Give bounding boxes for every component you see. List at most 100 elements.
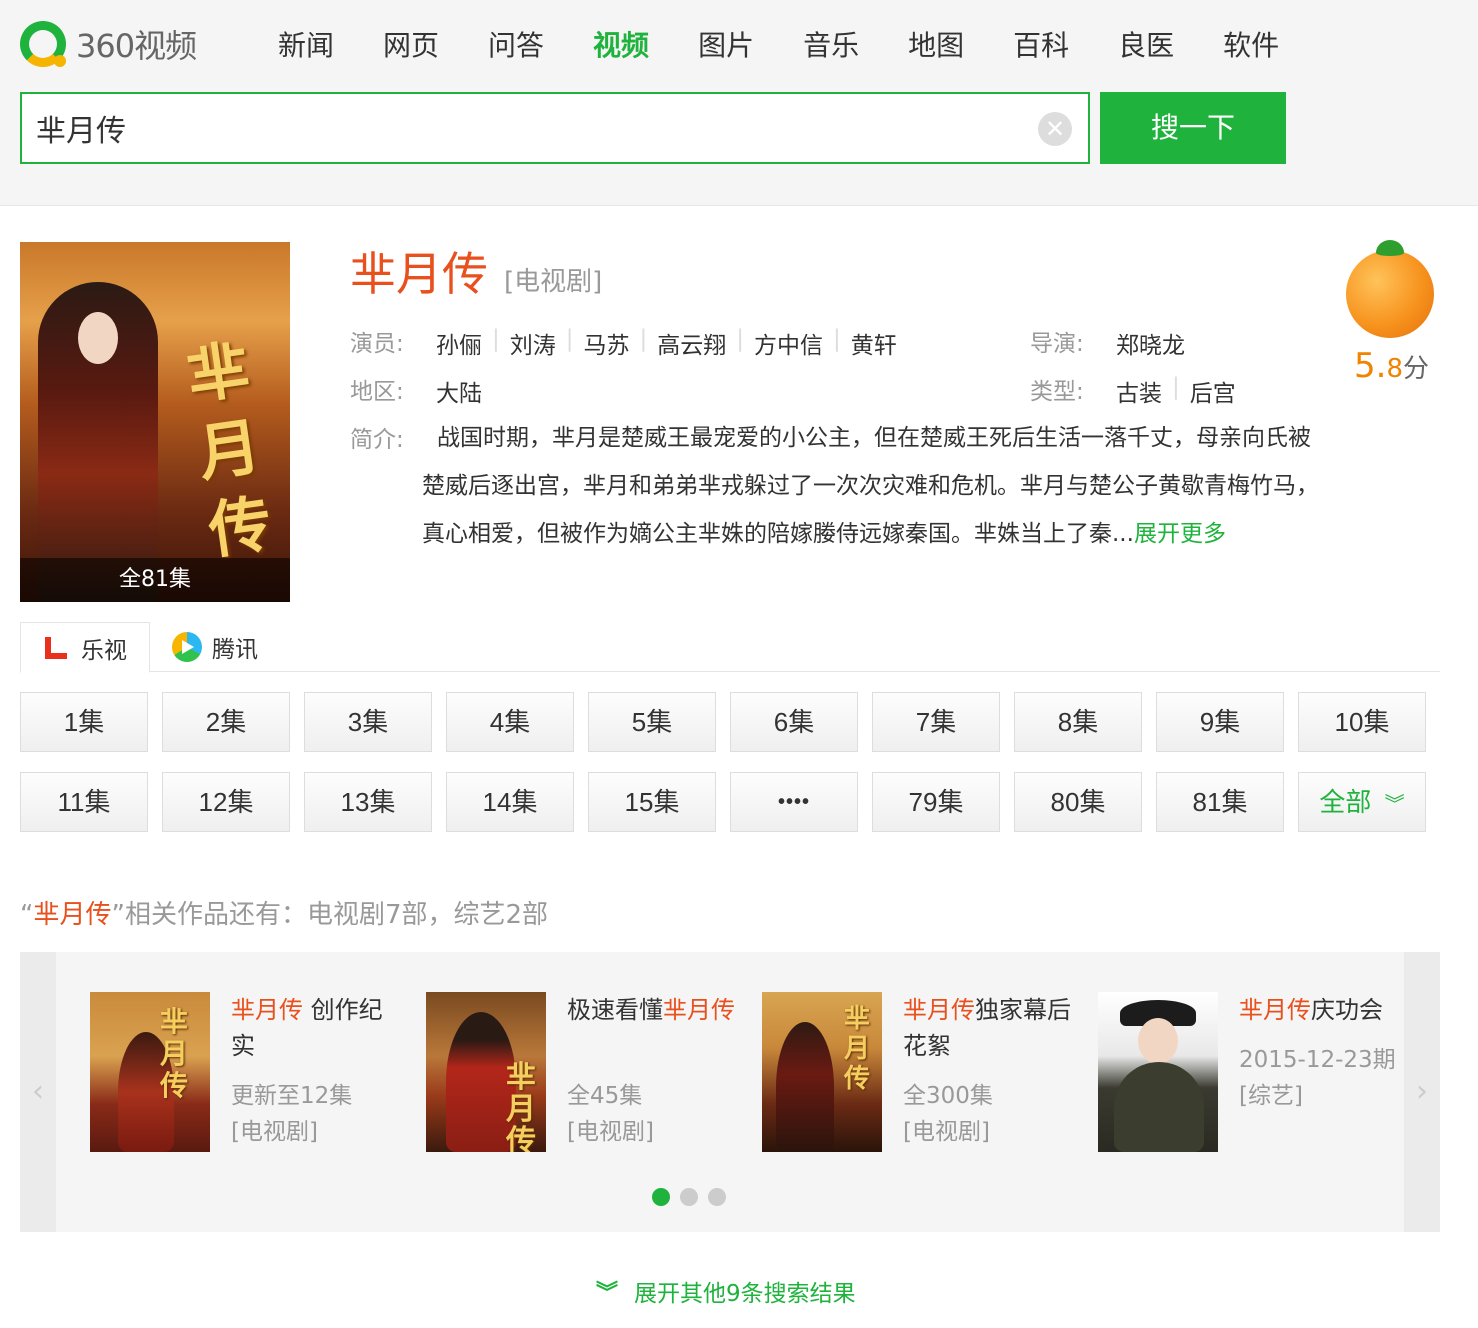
episode-button[interactable]: 10集 — [1298, 692, 1426, 752]
related-thumbnail: 芈月传 — [90, 992, 210, 1152]
expand-description-link[interactable]: 展开更多 — [1134, 521, 1226, 547]
episode-button[interactable]: 3集 — [304, 692, 432, 752]
genre-link[interactable]: 后宫 — [1190, 374, 1236, 408]
search-input[interactable] — [36, 104, 1016, 152]
related-card-title: 芈月传庆功会 — [1239, 992, 1409, 1028]
tab-label: 腾讯 — [212, 637, 258, 663]
episode-button[interactable]: 80集 — [1014, 772, 1142, 832]
title-rest: 庆功会 — [1311, 996, 1383, 1024]
logo-text: 360视频 — [76, 27, 197, 65]
episode-button[interactable]: 13集 — [304, 772, 432, 832]
related-card[interactable]: 芈月传庆功会 2015-12-23期 [综艺] — [1098, 992, 1418, 1152]
nav-web[interactable]: 网页 — [383, 26, 439, 66]
actor-link[interactable]: 高云翔 — [657, 326, 726, 360]
episode-button[interactable]: 9集 — [1156, 692, 1284, 752]
title-prefix: 极速看懂 — [567, 996, 663, 1024]
nav-doctor[interactable]: 良医 — [1118, 26, 1174, 66]
tab-tencent[interactable]: 腾讯 — [172, 622, 258, 672]
top-nav: 新闻 网页 问答 视频 图片 音乐 地图 百科 良医 软件 — [278, 26, 1328, 66]
genre-link[interactable]: 古装 — [1116, 374, 1162, 408]
related-thumbnail — [1098, 992, 1218, 1152]
actor-link[interactable]: 马苏 — [584, 326, 630, 360]
related-card-status: 全300集 — [903, 1083, 993, 1109]
director-label: 导演: — [1030, 331, 1084, 357]
show-title[interactable]: 芈月传 — [350, 238, 488, 304]
thumb-title-art: 芈月传 — [506, 1060, 536, 1153]
actor-link[interactable]: 方中信 — [754, 326, 823, 360]
nav-video[interactable]: 视频 — [593, 26, 649, 66]
director-link[interactable]: 郑晓龙 — [1116, 326, 1185, 360]
episode-button[interactable]: 8集 — [1014, 692, 1142, 752]
episode-button[interactable]: 1集 — [20, 692, 148, 752]
score: 5.8分 — [1354, 346, 1429, 386]
related-card[interactable]: 芈月传 极速看懂芈月传 全45集 [电视剧] — [426, 992, 746, 1152]
episode-ellipsis-button[interactable]: •••• — [730, 772, 858, 832]
nav-software[interactable]: 软件 — [1223, 26, 1279, 66]
carousel-dot[interactable] — [652, 1188, 670, 1206]
thumb-title-art: 芈月传 — [160, 1005, 189, 1102]
logo[interactable]: 360视频 — [20, 20, 197, 68]
carousel-prev-arrow[interactable]: ‹ — [20, 952, 56, 1232]
title-keyword: 芈月传 — [903, 996, 975, 1024]
description: 战国时期，芈月是楚威王最宠爱的小公主，但在楚威王死后生活一落千丈，母亲向氏被楚威… — [422, 414, 1332, 558]
episode-button[interactable]: 79集 — [872, 772, 1000, 832]
nav-images[interactable]: 图片 — [698, 26, 754, 66]
episode-button[interactable]: 11集 — [20, 772, 148, 832]
separator: | — [639, 326, 648, 352]
related-card-type: [电视剧] — [903, 1119, 990, 1145]
related-card-type: [电视剧] — [567, 1119, 654, 1145]
episode-button[interactable]: 4集 — [446, 692, 574, 752]
separator: | — [565, 326, 574, 352]
actors-label: 演员: — [350, 331, 404, 357]
tab-label: 乐视 — [81, 637, 127, 664]
score-decimal: 8 — [1386, 354, 1403, 384]
genre-label: 类型: — [1030, 379, 1084, 405]
title-row: 芈月传 [电视剧] — [350, 238, 602, 304]
expand-more-results[interactable]: ︾ 展开其他9条搜索结果 — [596, 1274, 856, 1308]
nav-map[interactable]: 地图 — [908, 26, 964, 66]
related-thumbnail: 芈月传 — [762, 992, 882, 1152]
separator: | — [833, 326, 841, 352]
episode-button[interactable]: 6集 — [730, 692, 858, 752]
episode-button[interactable]: 2集 — [162, 692, 290, 752]
search-button[interactable]: 搜一下 — [1100, 92, 1286, 164]
rating-block — [1346, 240, 1436, 338]
header: 360视频 新闻 网页 问答 视频 图片 音乐 地图 百科 良医 软件 ✕ 搜一… — [0, 0, 1478, 206]
nav-qa[interactable]: 问答 — [488, 26, 544, 66]
tab-letv[interactable]: 乐视 — [20, 622, 150, 673]
actor-link[interactable]: 孙俪 — [436, 326, 482, 360]
title-keyword: 芈月传 — [1239, 996, 1311, 1024]
orange-rating-icon — [1346, 240, 1434, 338]
related-heading: “芈月传”相关作品还有：电视剧7部，综艺2部 — [20, 894, 548, 931]
thumb-face — [1138, 1018, 1178, 1064]
nav-baike[interactable]: 百科 — [1013, 26, 1069, 66]
related-keyword: 芈月传 — [33, 900, 112, 930]
episode-button[interactable]: 14集 — [446, 772, 574, 832]
carousel-dot[interactable] — [680, 1188, 698, 1206]
related-card-title: 芈月传 创作纪实 — [231, 992, 401, 1064]
expand-label: 展开其他9条搜索结果 — [634, 1281, 856, 1307]
poster-title-art: 芈月传 — [182, 332, 276, 568]
related-card-title: 芈月传独家幕后花絮 — [903, 992, 1073, 1064]
carousel-dot[interactable] — [708, 1188, 726, 1206]
episode-button[interactable]: 12集 — [162, 772, 290, 832]
related-card[interactable]: 芈月传 芈月传 创作纪实 更新至12集 [电视剧] — [90, 992, 410, 1152]
all-episodes-button[interactable]: 全部 ︾ — [1298, 772, 1426, 832]
poster-image[interactable]: 芈月传 全81集 — [20, 242, 290, 602]
related-card-status: 全45集 — [567, 1083, 643, 1109]
carousel-pagination — [652, 1188, 736, 1206]
region-value: 大陆 — [436, 374, 482, 408]
episode-button[interactable]: 15集 — [588, 772, 716, 832]
actor-link[interactable]: 刘涛 — [510, 326, 556, 360]
poster-face — [78, 312, 118, 364]
episode-button[interactable]: 5集 — [588, 692, 716, 752]
actor-link[interactable]: 黄轩 — [851, 326, 897, 360]
episode-button[interactable]: 81集 — [1156, 772, 1284, 832]
nav-news[interactable]: 新闻 — [278, 26, 334, 66]
episode-button[interactable]: 7集 — [872, 692, 1000, 752]
nav-music[interactable]: 音乐 — [803, 26, 859, 66]
tencent-video-icon — [172, 632, 202, 662]
related-card[interactable]: 芈月传 芈月传独家幕后花絮 全300集 [电视剧] — [762, 992, 1082, 1152]
clear-icon[interactable]: ✕ — [1038, 112, 1072, 146]
related-card-type: [综艺] — [1239, 1083, 1303, 1109]
